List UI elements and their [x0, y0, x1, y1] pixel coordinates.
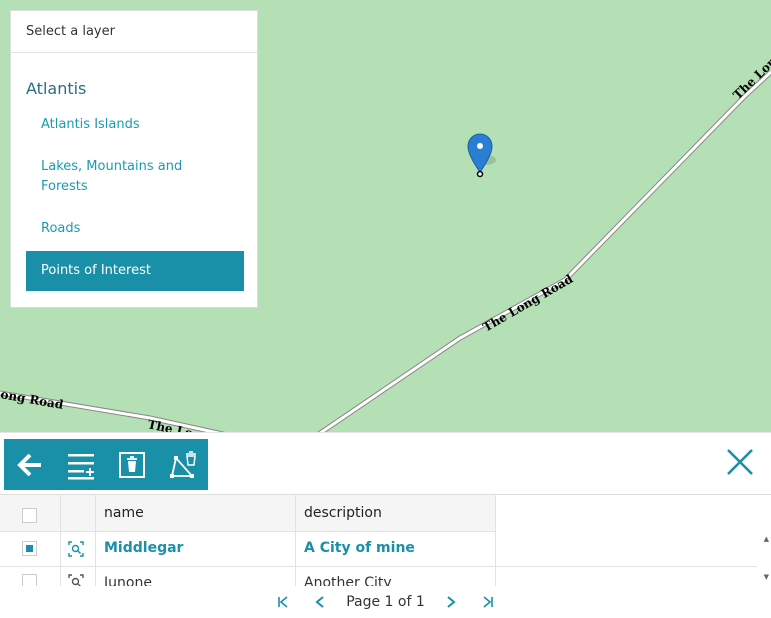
last-page-icon [483, 596, 493, 608]
chevron-left-icon [315, 596, 324, 608]
layer-item-label: Points of Interest [41, 263, 151, 278]
layer-item-lakes-mountains-forests[interactable]: Lakes, Mountains and Forests [26, 157, 244, 197]
road-label: ong Road [0, 387, 65, 412]
first-page-icon [278, 596, 288, 608]
delete-button[interactable] [106, 439, 157, 490]
map-view[interactable]: The Long Road The Long Road The Lo ong R… [0, 0, 771, 440]
trash-icon [118, 451, 145, 478]
column-header-name[interactable]: name [104, 495, 144, 531]
chevron-right-icon [447, 596, 456, 608]
cell-description: Another City [304, 575, 392, 587]
arrow-left-icon [16, 453, 41, 476]
cell-name: Junone [104, 575, 152, 587]
layer-selector-header: Select a layer [11, 11, 257, 53]
feature-table: name description Middlegar A City of min… [0, 494, 771, 587]
zoom-to-feature-icon[interactable] [68, 541, 84, 557]
add-feature-button[interactable] [55, 439, 106, 490]
pagination-bar: Page 1 of 1 [0, 586, 771, 618]
road-label: The Long Road [730, 21, 771, 102]
table-row[interactable]: Junone Another City [0, 566, 757, 587]
layer-item-label: Lakes, Mountains and Forests [41, 159, 183, 194]
layer-item-label: Atlantis Islands [41, 117, 140, 132]
next-page-button[interactable] [431, 586, 469, 618]
layer-item-atlantis-islands[interactable]: Atlantis Islands [26, 115, 244, 135]
first-page-button[interactable] [264, 586, 302, 618]
list-add-icon [67, 453, 94, 479]
scroll-down-arrow-icon[interactable]: ▼ [764, 573, 769, 581]
road-label: The Long Road [481, 271, 576, 334]
select-all-checkbox[interactable] [22, 508, 37, 523]
table-row[interactable]: Middlegar A City of mine [0, 531, 757, 567]
delete-geometry-button[interactable] [157, 439, 208, 490]
layer-group-title: Atlantis [26, 79, 87, 98]
row-checkbox[interactable] [22, 541, 37, 556]
close-icon [727, 449, 753, 475]
map-marker-icon[interactable] [467, 133, 496, 178]
last-page-button[interactable] [469, 586, 507, 618]
layer-selector-panel: Select a layer Atlantis Atlantis Islands… [10, 10, 258, 308]
page-info: Page 1 of 1 [346, 594, 425, 610]
cell-description: A City of mine [304, 540, 415, 556]
geometry-delete-icon [169, 450, 196, 478]
column-header-description[interactable]: description [304, 495, 382, 531]
layer-item-points-of-interest[interactable]: Points of Interest [26, 251, 244, 291]
scroll-up-arrow-icon[interactable]: ▲ [764, 535, 769, 543]
layer-item-roads[interactable]: Roads [26, 219, 244, 239]
cell-name: Middlegar [104, 540, 184, 556]
layer-item-label: Roads [41, 221, 81, 236]
feature-toolbar [0, 432, 771, 495]
close-button[interactable] [725, 447, 755, 477]
back-button[interactable] [4, 439, 55, 490]
previous-page-button[interactable] [302, 586, 340, 618]
